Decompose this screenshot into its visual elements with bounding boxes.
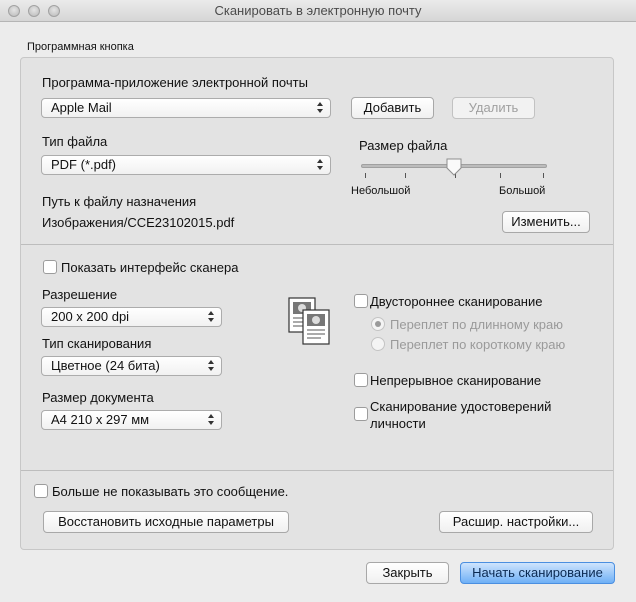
file-type-value: PDF (*.pdf) bbox=[51, 157, 117, 172]
scan-type-label: Тип сканирования bbox=[42, 336, 152, 351]
id-card-checkbox[interactable] bbox=[354, 407, 368, 421]
short-edge-radio[interactable] bbox=[371, 337, 385, 351]
doc-size-value: A4 210 x 297 мм bbox=[51, 412, 150, 427]
continuous-label: Непрерывное сканирование bbox=[370, 373, 542, 388]
resolution-label: Разрешение bbox=[42, 287, 118, 302]
group-label: Программная кнопка bbox=[27, 41, 134, 53]
duplex-label: Двустороннее сканирование bbox=[370, 294, 543, 309]
scanner-ui-label: Показать интерфейс сканера bbox=[61, 260, 239, 275]
destination-path: Изображения/CCE23102015.pdf bbox=[42, 215, 235, 230]
file-size-min-label: Небольшой bbox=[351, 185, 411, 197]
email-app-select[interactable]: Apple Mail bbox=[41, 98, 331, 118]
doc-size-select[interactable]: A4 210 x 297 мм bbox=[41, 410, 222, 430]
slider-tick bbox=[543, 173, 544, 178]
doc-size-label: Размер документа bbox=[42, 390, 154, 405]
email-app-value: Apple Mail bbox=[51, 100, 112, 115]
short-edge-label: Переплет по короткому краю bbox=[390, 337, 566, 352]
slider-tick bbox=[365, 173, 366, 178]
resolution-select[interactable]: 200 x 200 dpi bbox=[41, 307, 222, 327]
select-stepper-icon bbox=[208, 311, 215, 323]
title-bar: Сканировать в электронную почту bbox=[0, 0, 636, 22]
resolution-value: 200 x 200 dpi bbox=[51, 309, 130, 324]
separator bbox=[21, 244, 613, 245]
dont-show-label: Больше не показывать это сообщение. bbox=[52, 484, 289, 499]
file-type-select[interactable]: PDF (*.pdf) bbox=[41, 155, 331, 175]
select-stepper-icon bbox=[208, 360, 215, 372]
id-card-label-line1: Сканирование удостоверений bbox=[370, 399, 552, 414]
change-button[interactable]: Изменить... bbox=[502, 211, 590, 233]
dont-show-checkbox[interactable] bbox=[34, 484, 48, 498]
destination-label: Путь к файлу назначения bbox=[42, 194, 197, 209]
settings-panel: Программа-приложение электронной почты A… bbox=[20, 57, 614, 550]
add-button[interactable]: Добавить bbox=[351, 97, 434, 119]
advanced-settings-button[interactable]: Расшир. настройки... bbox=[439, 511, 593, 533]
select-stepper-icon bbox=[317, 102, 324, 114]
remove-button[interactable]: Удалить bbox=[452, 97, 535, 119]
file-type-label: Тип файла bbox=[42, 134, 108, 149]
window-title: Сканировать в электронную почту bbox=[214, 3, 422, 18]
continuous-checkbox[interactable] bbox=[354, 373, 368, 387]
long-edge-label: Переплет по длинному краю bbox=[390, 317, 564, 332]
slider-tick bbox=[500, 173, 501, 178]
file-size-label: Размер файла bbox=[359, 138, 448, 153]
separator bbox=[21, 470, 613, 471]
scanner-ui-checkbox[interactable] bbox=[43, 260, 57, 274]
file-size-max-label: Большой bbox=[499, 185, 546, 197]
id-card-label-line2: личности bbox=[370, 416, 426, 431]
start-scan-button[interactable]: Начать сканирование bbox=[460, 562, 615, 584]
duplex-checkbox[interactable] bbox=[354, 294, 368, 308]
restore-defaults-button[interactable]: Восстановить исходные параметры bbox=[43, 511, 289, 533]
file-size-slider-knob[interactable] bbox=[446, 158, 462, 176]
select-stepper-icon bbox=[317, 159, 324, 171]
scan-type-value: Цветное (24 бита) bbox=[51, 358, 160, 373]
slider-tick bbox=[405, 173, 406, 178]
scan-type-select[interactable]: Цветное (24 бита) bbox=[41, 356, 222, 376]
email-app-label: Программа-приложение электронной почты bbox=[42, 75, 308, 90]
select-stepper-icon bbox=[208, 414, 215, 426]
close-button[interactable]: Закрыть bbox=[366, 562, 449, 584]
duplex-pages-icon bbox=[288, 297, 330, 345]
long-edge-radio[interactable] bbox=[371, 317, 385, 331]
